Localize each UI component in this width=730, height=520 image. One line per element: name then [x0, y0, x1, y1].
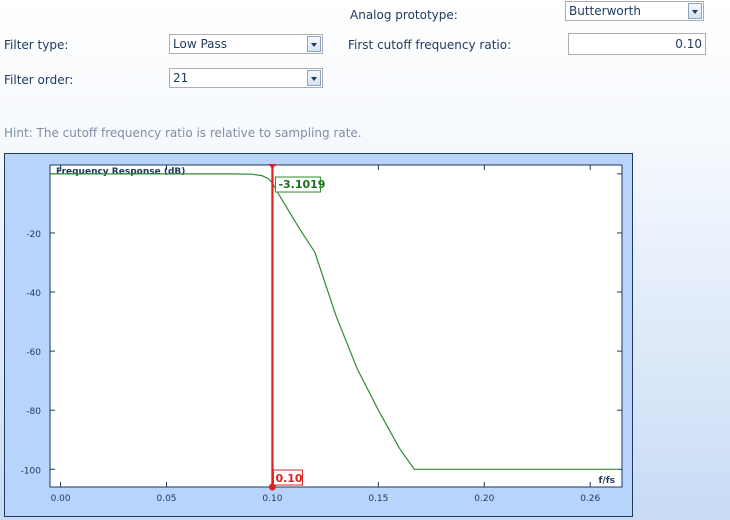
analog-prototype-label: Analog prototype: [350, 8, 458, 22]
filter-order-label: Filter order: [4, 73, 74, 87]
x-tick-label: 0.20 [474, 494, 494, 504]
analog-prototype-value: Butterworth [569, 4, 641, 18]
x-tick-label: 0.05 [156, 494, 176, 504]
filter-type-value: Low Pass [173, 37, 227, 51]
filter-order-select[interactable]: 21 [169, 68, 323, 88]
plot-area [49, 164, 623, 488]
filter-type-select[interactable]: Low Pass [169, 34, 323, 54]
frequency-response-chart[interactable]: Frequency Response (dB) f/fs -20 -40 -60 -8… [4, 153, 633, 517]
chevron-down-icon[interactable] [688, 3, 702, 19]
hint-text: Hint: The cutoff frequency ratio is rela… [4, 126, 362, 140]
x-tick-label: 0.15 [368, 494, 388, 504]
analog-prototype-select[interactable]: Butterworth [565, 1, 704, 21]
chevron-down-icon[interactable] [307, 70, 321, 86]
x-tick-label: 0.10 [262, 494, 282, 504]
chart-svg[interactable]: Frequency Response (dB) f/fs -20 -40 -60 -8… [5, 154, 632, 516]
x-tick-label: 0.00 [51, 494, 71, 504]
first-cutoff-input[interactable]: 0.10 [568, 33, 706, 55]
filter-order-value: 21 [173, 71, 189, 85]
y-tick-label: -100 [21, 466, 42, 476]
x-axis-label: f/fs [599, 476, 615, 486]
cursor-x-readout: 0.10 [275, 472, 302, 485]
first-cutoff-value: 0.10 [675, 37, 702, 51]
chevron-down-icon[interactable] [307, 36, 321, 52]
filter-type-label: Filter type: [4, 38, 69, 52]
first-cutoff-label: First cutoff frequency ratio: [348, 38, 512, 52]
y-tick-label: -80 [26, 407, 41, 417]
x-tick-label: 0.26 [580, 494, 600, 504]
chart-title: Frequency Response (dB) [56, 167, 185, 177]
cursor-y-readout: -3.1019 [278, 178, 325, 191]
y-tick-label: -40 [26, 289, 41, 299]
y-tick-label: -60 [26, 348, 41, 358]
y-tick-label: -20 [26, 230, 41, 240]
